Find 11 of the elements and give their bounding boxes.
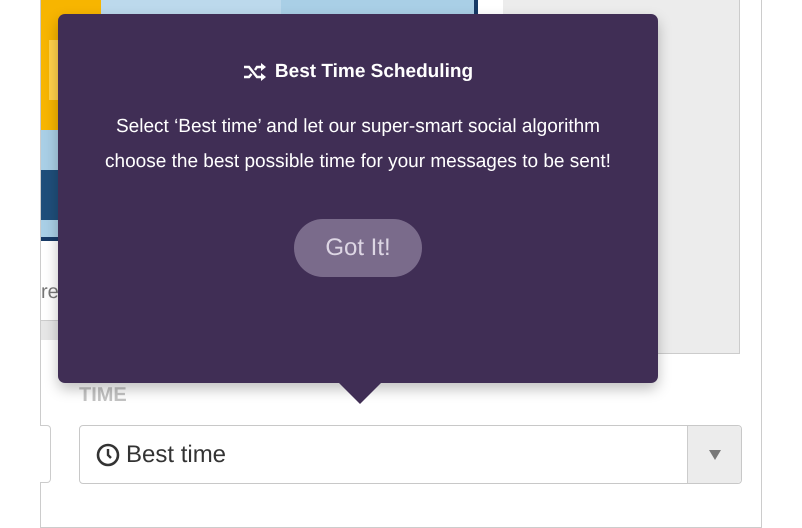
input-field[interactable] xyxy=(40,425,51,483)
caret-icon xyxy=(708,450,720,460)
time-select[interactable]: Best time xyxy=(79,425,742,484)
shuffle-icon xyxy=(242,63,267,82)
tooltip-title: Best Time Scheduling xyxy=(274,60,474,84)
select-value: Best time xyxy=(126,440,226,470)
field-label: TIME xyxy=(79,384,127,406)
clock-icon xyxy=(96,442,120,466)
caption-text: re xyxy=(41,280,59,305)
dropdown-button[interactable] xyxy=(687,426,741,483)
tooltip-text: Select ‘Best time’ and let our super-smart social algorithm choose the best possible time for your messages to be sent! xyxy=(104,115,612,174)
